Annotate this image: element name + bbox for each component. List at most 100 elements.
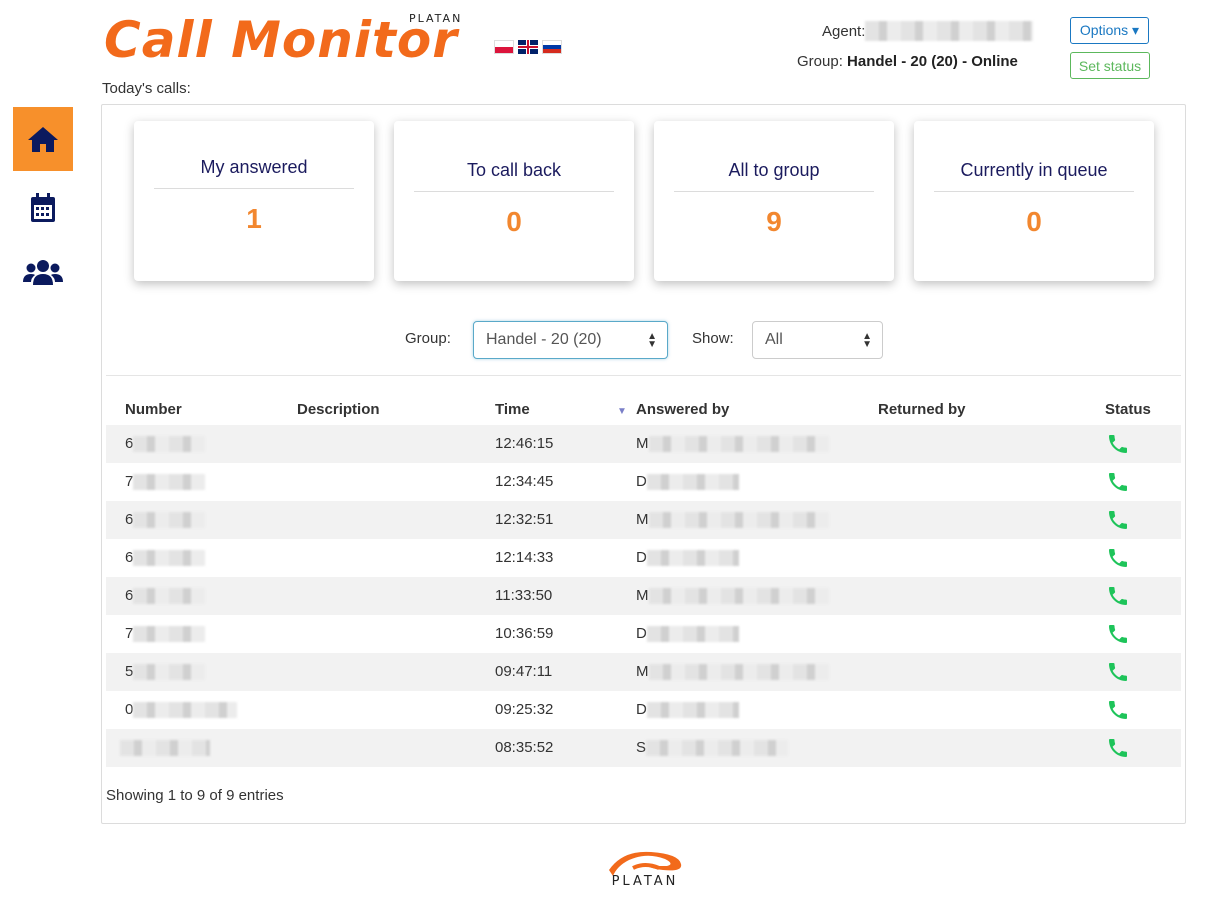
cell-time: 09:47:11 — [495, 663, 553, 680]
col-header-number[interactable]: Number — [125, 401, 182, 418]
table-row[interactable]: 6 12:46:15 M — [106, 425, 1181, 463]
table-row[interactable]: 7 12:34:45 D — [106, 463, 1181, 501]
stat-card-all-to-group: All to group 9 — [654, 121, 894, 281]
phone-icon — [1109, 739, 1127, 757]
platan-logo: PLATAN — [593, 846, 695, 890]
table-row[interactable]: 08:35:52 S — [106, 729, 1181, 767]
table-row[interactable]: 0 09:25:32 D — [106, 691, 1181, 729]
app-logo: Call Monitor PLATAN — [104, 10, 460, 70]
cell-number: 6 — [125, 511, 206, 529]
updown-icon: ▲ ▼ — [647, 331, 657, 350]
card-title: My answered — [154, 157, 354, 189]
table-row[interactable]: 6 12:14:33 D — [106, 539, 1181, 577]
cell-number: 6 — [125, 587, 206, 605]
cell-time: 09:25:32 — [495, 701, 554, 718]
cell-number: 7 — [125, 625, 206, 643]
col-header-time[interactable]: Time — [495, 401, 530, 418]
options-label: Options — [1079, 22, 1129, 38]
agent-label: Agent: — [822, 22, 866, 40]
col-header-status[interactable]: Status — [1105, 401, 1151, 418]
col-header-returned-by[interactable]: Returned by — [878, 401, 966, 418]
table-info: Showing 1 to 9 of 9 entries — [106, 787, 284, 804]
col-header-description[interactable]: Description — [297, 401, 380, 418]
caret-down-icon: ▾ — [1132, 22, 1140, 38]
cell-answered-by: M — [636, 663, 829, 681]
brand-title: Call Monitor — [104, 11, 458, 69]
sort-desc-icon[interactable]: ▼ — [617, 406, 627, 417]
card-value: 1 — [246, 203, 262, 234]
pl-flag-icon[interactable] — [494, 40, 514, 54]
cell-time: 10:36:59 — [495, 625, 554, 642]
calendar-icon — [31, 193, 55, 222]
cell-answered-by: S — [636, 739, 789, 757]
card-title: All to group — [674, 160, 874, 192]
cell-time: 08:35:52 — [495, 739, 554, 756]
phone-icon — [1109, 625, 1127, 643]
group-select[interactable]: Handel - 20 (20) ▲ ▼ — [473, 321, 668, 359]
stat-card-my-answered: My answered 1 — [134, 121, 374, 281]
show-select[interactable]: All ▲ ▼ — [752, 321, 883, 359]
cell-time: 12:32:51 — [495, 511, 554, 528]
phone-icon — [1109, 663, 1127, 681]
cell-time: 11:33:50 — [495, 587, 553, 604]
cell-time: 12:46:15 — [495, 435, 554, 452]
cell-answered-by: M — [636, 511, 829, 529]
cell-number — [120, 739, 210, 757]
agent-name-redacted — [865, 21, 1034, 41]
set-status-button[interactable]: Set status — [1070, 52, 1150, 79]
phone-icon — [1109, 549, 1127, 567]
show-select-value: All — [765, 331, 783, 348]
cell-answered-by: M — [636, 435, 829, 453]
table-row[interactable]: 6 11:33:50 M — [106, 577, 1181, 615]
sidebar-item-home[interactable] — [13, 107, 73, 171]
group-filter-label: Group: — [405, 330, 451, 347]
col-header-answered-by[interactable]: Answered by — [636, 401, 729, 418]
cell-number: 7 — [125, 473, 206, 491]
brand-subtitle: PLATAN — [409, 12, 463, 25]
group-label: Group: — [797, 53, 843, 70]
agent-info: Agent: — [822, 21, 1034, 41]
cell-answered-by: D — [636, 625, 739, 643]
stat-card-currently-in-queue: Currently in queue 0 — [914, 121, 1154, 281]
sidebar-item-calendar[interactable] — [13, 176, 73, 240]
card-title: To call back — [414, 160, 614, 192]
options-button[interactable]: Options ▾ — [1070, 17, 1149, 44]
card-value: 0 — [1026, 206, 1042, 237]
home-icon — [28, 127, 58, 152]
phone-icon — [1109, 473, 1127, 491]
phone-icon — [1109, 435, 1127, 453]
footer-logo-text: PLATAN — [611, 874, 679, 889]
cell-number: 0 — [125, 701, 238, 719]
cell-time: 12:34:45 — [495, 473, 554, 490]
cell-number: 5 — [125, 663, 206, 681]
cell-answered-by: M — [636, 587, 829, 605]
ru-flag-icon[interactable] — [542, 40, 562, 54]
card-value: 0 — [506, 206, 522, 237]
group-status-value: Handel - 20 (20) - Online — [847, 53, 1018, 70]
cell-number: 6 — [125, 435, 206, 453]
users-icon — [23, 260, 63, 285]
stat-card-to-call-back: To call back 0 — [394, 121, 634, 281]
card-title: Currently in queue — [934, 160, 1134, 192]
card-value: 9 — [766, 206, 782, 237]
cell-time: 12:14:33 — [495, 549, 554, 566]
phone-icon — [1109, 587, 1127, 605]
cell-answered-by: D — [636, 473, 739, 491]
phone-icon — [1109, 511, 1127, 529]
updown-icon: ▲ ▼ — [862, 331, 872, 350]
table-row[interactable]: 5 09:47:11 M — [106, 653, 1181, 691]
sidebar-item-users[interactable] — [13, 240, 73, 304]
table-row[interactable]: 6 12:32:51 M — [106, 501, 1181, 539]
group-select-value: Handel - 20 (20) — [486, 331, 602, 348]
divider — [106, 375, 1181, 376]
page-title: Today's calls: — [102, 80, 191, 97]
cell-number: 6 — [125, 549, 206, 567]
language-flags — [494, 40, 562, 54]
cell-answered-by: D — [636, 549, 739, 567]
phone-icon — [1109, 701, 1127, 719]
group-info: Group: Handel - 20 (20) - Online — [797, 53, 1018, 70]
show-filter-label: Show: — [692, 330, 734, 347]
table-row[interactable]: 7 10:36:59 D — [106, 615, 1181, 653]
gb-flag-icon[interactable] — [518, 40, 538, 54]
cell-answered-by: D — [636, 701, 739, 719]
